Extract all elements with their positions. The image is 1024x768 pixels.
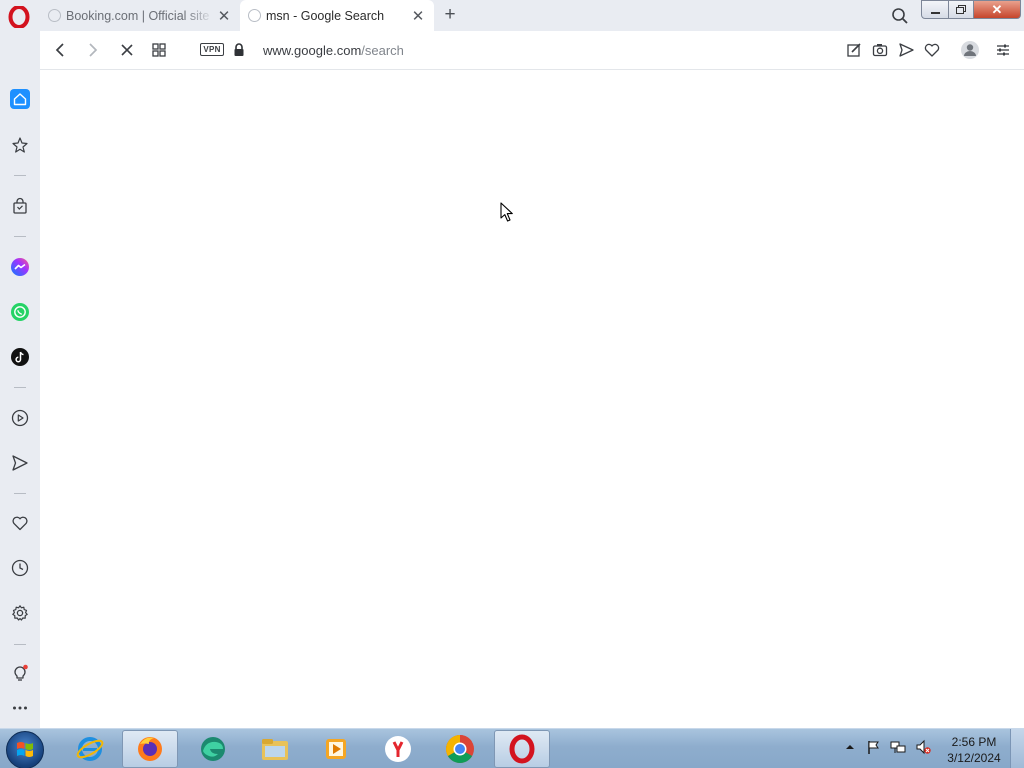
sidebar-divider — [14, 387, 26, 388]
volume-muted-icon[interactable] — [915, 739, 931, 755]
sidebar-tiktok[interactable] — [10, 347, 30, 367]
new-tab-button[interactable]: + — [440, 4, 460, 25]
sidebar-more[interactable] — [10, 698, 30, 718]
close-window-button[interactable]: ✕ — [973, 0, 1021, 19]
page-content[interactable] — [40, 70, 1024, 728]
tab-google-search[interactable]: msn - Google Search ✕ — [240, 0, 434, 31]
edit-icon[interactable] — [845, 41, 863, 59]
sidebar-bookmarks[interactable] — [10, 513, 30, 533]
gear-icon — [12, 605, 28, 621]
star-icon — [12, 137, 28, 153]
sidebar-divider — [14, 644, 26, 645]
sidebar-pinboards[interactable] — [10, 135, 30, 155]
address-bar: VPN www.google.com/search — [40, 31, 1024, 70]
opera-menu-icon[interactable] — [8, 6, 30, 28]
loading-spinner-icon — [48, 9, 61, 22]
url-domain: www.google.com — [263, 43, 362, 58]
action-center-flag-icon[interactable] — [866, 739, 882, 755]
sidebar — [0, 31, 40, 728]
taskbar-chrome[interactable] — [432, 730, 488, 768]
chrome-icon — [446, 735, 474, 763]
whatsapp-icon — [11, 303, 29, 321]
sidebar-player[interactable] — [10, 408, 30, 428]
tab-search-icon[interactable] — [890, 6, 910, 26]
send-icon — [12, 455, 28, 471]
start-button[interactable] — [6, 731, 44, 768]
forward-button[interactable] — [83, 40, 103, 60]
tab-title: Booking.com | Official site — [66, 8, 210, 23]
taskbar: 2:56 PM 3/12/2024 — [0, 728, 1024, 768]
send-icon[interactable] — [897, 41, 915, 59]
vpn-badge[interactable]: VPN — [200, 43, 224, 56]
tiktok-icon — [11, 348, 29, 366]
taskbar-edge[interactable] — [185, 730, 241, 768]
sidebar-settings[interactable] — [10, 603, 30, 623]
taskbar-firefox[interactable] — [122, 730, 178, 768]
taskbar-internet-explorer[interactable] — [62, 730, 118, 768]
firefox-icon — [138, 737, 162, 761]
sidebar-history[interactable] — [10, 558, 30, 578]
opera-icon — [509, 734, 535, 764]
sidebar-tips[interactable] — [10, 663, 30, 683]
sidebar-messenger[interactable] — [10, 257, 30, 277]
taskbar-opera[interactable] — [494, 730, 550, 768]
restore-button[interactable] — [948, 0, 974, 19]
mouse-cursor-icon — [500, 202, 513, 222]
taskbar-yandex[interactable] — [370, 730, 426, 768]
tab-overview-icon[interactable] — [149, 40, 169, 60]
home-icon — [13, 93, 27, 106]
sidebar-divider — [14, 175, 26, 176]
heart-icon[interactable] — [923, 41, 941, 59]
messenger-icon — [11, 258, 29, 276]
edge-icon — [201, 737, 225, 761]
show-desktop-button[interactable] — [1010, 729, 1024, 768]
heart-icon — [12, 516, 28, 531]
url-field[interactable]: www.google.com/search — [263, 43, 404, 58]
taskbar-file-explorer[interactable] — [247, 730, 303, 768]
loading-spinner-icon — [248, 9, 261, 22]
taskbar-media-player[interactable] — [308, 730, 364, 768]
shopping-bag-icon — [13, 197, 27, 214]
lightbulb-icon — [14, 664, 28, 681]
clock-icon — [11, 559, 29, 577]
clock-time: 2:56 PM — [951, 735, 997, 749]
close-icon[interactable]: ✕ — [214, 6, 234, 26]
back-button[interactable] — [50, 40, 70, 60]
sidebar-home[interactable] — [10, 89, 30, 109]
sidebar-shopping[interactable] — [10, 196, 30, 216]
easy-setup-icon[interactable] — [994, 41, 1012, 59]
minimize-button[interactable] — [921, 0, 949, 19]
profile-avatar-icon[interactable] — [960, 40, 980, 60]
internet-explorer-icon — [76, 737, 104, 761]
folder-icon — [262, 739, 288, 760]
sidebar-divider — [14, 236, 26, 237]
stop-loading-button[interactable] — [117, 40, 137, 60]
url-path: /search — [361, 43, 404, 58]
lock-icon[interactable] — [232, 42, 246, 58]
play-circle-icon — [11, 409, 29, 427]
sidebar-whatsapp[interactable] — [10, 302, 30, 322]
sidebar-my-flow[interactable] — [10, 453, 30, 473]
show-hidden-icons-arrow[interactable] — [844, 741, 856, 753]
tab-strip: Booking.com | Official site ✕ msn - Goog… — [0, 0, 1024, 31]
sidebar-divider — [14, 493, 26, 494]
clock-date: 3/12/2024 — [947, 751, 1001, 765]
yandex-icon — [385, 736, 411, 762]
snapshot-camera-icon[interactable] — [871, 41, 889, 59]
media-player-icon — [326, 739, 346, 759]
windows-logo-icon — [17, 742, 33, 757]
more-dots-icon — [13, 706, 27, 710]
system-clock[interactable]: 2:56 PM 3/12/2024 — [944, 734, 1004, 766]
close-icon[interactable]: ✕ — [408, 6, 428, 26]
tab-booking[interactable]: Booking.com | Official site ✕ — [40, 0, 240, 31]
network-icon[interactable] — [890, 739, 906, 755]
tab-title: msn - Google Search — [266, 8, 385, 23]
